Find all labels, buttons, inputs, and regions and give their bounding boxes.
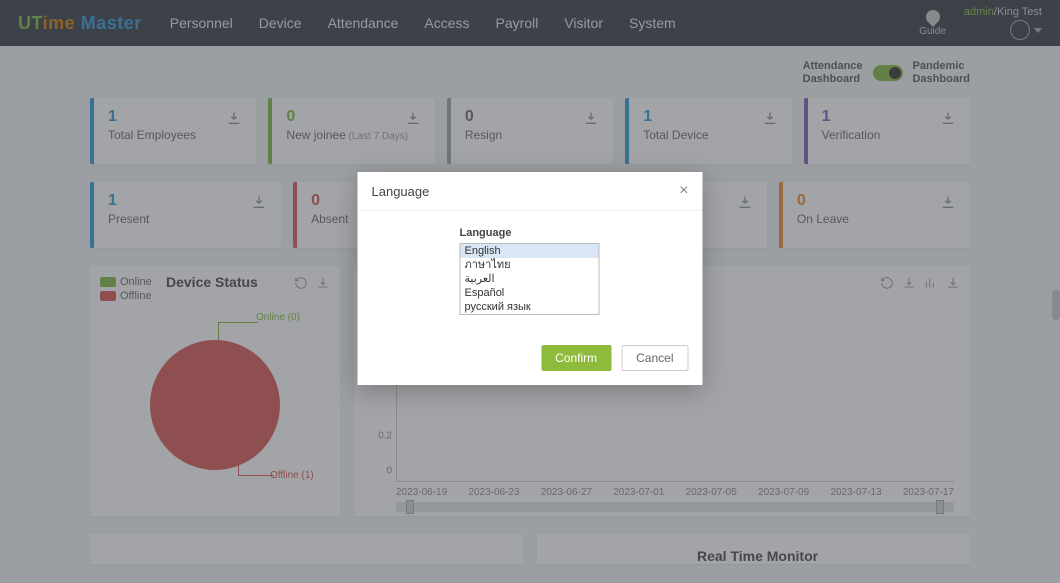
language-field-label: Language <box>460 227 689 239</box>
cancel-button[interactable]: Cancel <box>621 345 688 371</box>
language-option[interactable]: Bahasa Indonesia <box>461 314 599 315</box>
language-option[interactable]: русский язык <box>461 300 599 314</box>
language-option[interactable]: العربية <box>461 272 599 286</box>
language-option[interactable]: ภาษาไทย <box>461 258 599 272</box>
language-modal: Language × Language Englishภาษาไทยالعربي… <box>358 172 703 385</box>
language-option[interactable]: English <box>461 244 599 258</box>
language-select[interactable]: EnglishภาษาไทยالعربيةEspañolрусский язык… <box>460 243 600 315</box>
close-icon[interactable]: × <box>679 182 688 200</box>
modal-title: Language <box>372 184 430 199</box>
confirm-button[interactable]: Confirm <box>541 345 611 371</box>
language-option[interactable]: Español <box>461 286 599 300</box>
